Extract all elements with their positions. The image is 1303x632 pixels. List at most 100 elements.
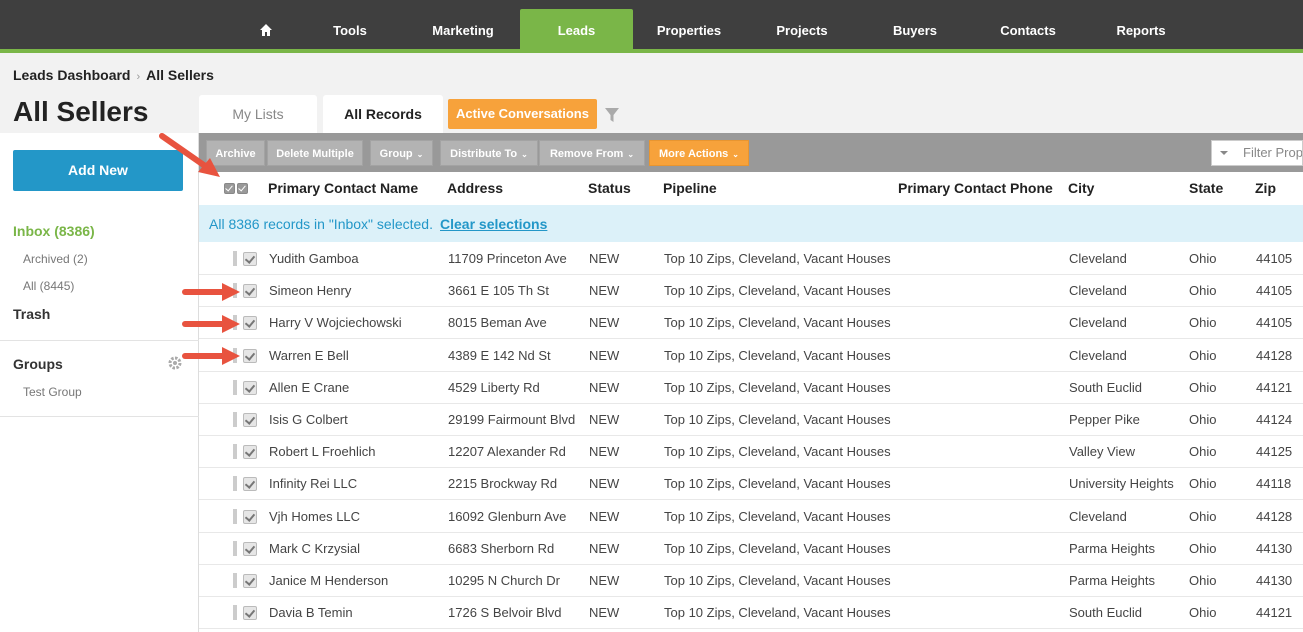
cell-name[interactable]: Mark C Krzysial: [269, 541, 360, 556]
column-header-state[interactable]: State: [1189, 180, 1223, 196]
row-checkbox[interactable]: [243, 284, 257, 299]
cell-name[interactable]: Isis G Colbert: [269, 412, 348, 427]
cell-state: Ohio: [1189, 508, 1217, 524]
clear-selections-link[interactable]: Clear selections: [440, 216, 547, 232]
row-checkbox[interactable]: [243, 606, 257, 621]
cell-name[interactable]: Warren E Bell: [269, 348, 349, 363]
table-row[interactable]: Davia B Temin 1726 S Belvoir Blvd NEW Top 1…: [199, 597, 1303, 630]
column-header-status[interactable]: Status: [588, 180, 631, 196]
column-header-pipeline[interactable]: Pipeline: [663, 180, 717, 196]
nav-contacts[interactable]: Contacts: [988, 9, 1068, 49]
table-row[interactable]: Yudith Gamboa 11709 Princeton Ave NEW Top 1…: [199, 243, 1303, 275]
table-row[interactable]: Janice M Henderson 10295 N Church Dr NEW To…: [199, 565, 1303, 597]
drag-handle-icon[interactable]: [233, 508, 237, 524]
filter-funnel-icon[interactable]: [604, 107, 620, 123]
column-header-name[interactable]: Primary Contact Name: [268, 180, 418, 196]
cell-name[interactable]: Davia B Temin: [269, 605, 353, 620]
cell-name[interactable]: Simeon Henry: [269, 283, 351, 298]
remove-from-label: Remove From: [549, 148, 624, 160]
row-checkbox[interactable]: [243, 445, 257, 460]
column-header-city[interactable]: City: [1068, 180, 1094, 196]
cell-status: NEW: [589, 444, 620, 460]
breadcrumb-current: All Sellers: [146, 67, 214, 83]
more-actions-dropdown[interactable]: More Actions ⌄: [649, 140, 749, 166]
delete-multiple-button[interactable]: Delete Multiple: [267, 140, 363, 166]
select-all-checkbox[interactable]: [224, 183, 235, 194]
sidebar-divider: [0, 340, 199, 341]
table-row[interactable]: Harry V Wojciechowski 8015 Beman Ave NEW To…: [199, 307, 1303, 340]
nav-properties[interactable]: Properties: [648, 9, 730, 49]
drag-handle-icon[interactable]: [233, 476, 237, 492]
cell-zip: 44121: [1256, 605, 1293, 621]
drag-handle-icon[interactable]: [233, 605, 237, 621]
row-checkbox[interactable]: [243, 541, 257, 556]
row-checkbox[interactable]: [243, 252, 257, 266]
sidebar-item-inbox[interactable]: Inbox (8386): [13, 223, 95, 239]
cell-name[interactable]: Yudith Gamboa: [269, 251, 359, 266]
gear-icon[interactable]: [167, 355, 183, 371]
cell-status: NEW: [589, 347, 620, 363]
tab-my-lists[interactable]: My Lists: [199, 95, 317, 133]
row-checkbox[interactable]: [243, 380, 257, 395]
active-conversations-button[interactable]: Active Conversations: [448, 99, 597, 129]
table-row[interactable]: Infinity Rei LLC 2215 Brockway Rd NEW Top 1…: [199, 468, 1303, 501]
sidebar-item-trash[interactable]: Trash: [13, 306, 50, 322]
drag-handle-icon[interactable]: [233, 379, 237, 395]
nav-projects[interactable]: Projects: [764, 9, 840, 49]
selection-message: All 8386 records in "Inbox" selected.: [209, 216, 433, 232]
table-row[interactable]: Robert L Froehlich 12207 Alexander Rd NEW T…: [199, 436, 1303, 469]
distribute-to-label: Distribute To: [450, 148, 518, 160]
sidebar-item-all[interactable]: All (8445): [23, 279, 74, 293]
drag-handle-icon[interactable]: [233, 251, 237, 266]
row-checkbox[interactable]: [243, 348, 257, 363]
cell-name[interactable]: Janice M Henderson: [269, 573, 388, 588]
sidebar-item-archived[interactable]: Archived (2): [23, 252, 88, 266]
cell-address: 4389 E 142 Nd St: [448, 347, 551, 363]
nav-reports[interactable]: Reports: [1104, 9, 1178, 49]
cell-name[interactable]: Allen E Crane: [269, 380, 349, 395]
cell-name[interactable]: Robert L Froehlich: [269, 444, 375, 459]
nav-buyers[interactable]: Buyers: [880, 9, 950, 49]
row-checkbox[interactable]: [243, 477, 257, 492]
drag-handle-icon[interactable]: [233, 412, 237, 427]
top-nav: Tools Marketing Leads Properties Project…: [0, 0, 1303, 53]
select-all-checkbox[interactable]: [237, 183, 248, 194]
breadcrumb-parent[interactable]: Leads Dashboard: [13, 67, 130, 83]
table-row[interactable]: Simeon Henry 3661 E 105 Th St NEW Top 10 Zi…: [199, 275, 1303, 308]
cell-name[interactable]: Vjh Homes LLC: [269, 509, 360, 524]
row-checkbox[interactable]: [243, 509, 257, 524]
nav-tools[interactable]: Tools: [316, 9, 384, 49]
table-row[interactable]: Isis G Colbert 29199 Fairmount Blvd NEW Top…: [199, 404, 1303, 436]
cell-zip: 44105: [1256, 251, 1293, 266]
cell-name[interactable]: Infinity Rei LLC: [269, 476, 357, 491]
filter-properties-input[interactable]: Filter Prop: [1236, 140, 1303, 166]
column-header-zip[interactable]: Zip: [1255, 180, 1276, 196]
drag-handle-icon[interactable]: [233, 444, 237, 460]
row-checkbox[interactable]: [243, 316, 257, 331]
table-row[interactable]: Allen E Crane 4529 Liberty Rd NEW Top 10 Zi…: [199, 371, 1303, 404]
column-header-phone[interactable]: Primary Contact Phone: [898, 180, 1053, 196]
cell-state: Ohio: [1189, 444, 1217, 460]
sidebar-item-test-group[interactable]: Test Group: [23, 385, 82, 399]
table-row[interactable]: Mark C Krzysial 6683 Sherborn Rd NEW Top 10…: [199, 532, 1303, 565]
nav-marketing[interactable]: Marketing: [420, 9, 506, 49]
annotation-arrow-icon: [182, 283, 240, 301]
row-checkbox[interactable]: [243, 413, 257, 427]
cell-zip: 44105: [1256, 283, 1293, 299]
table-row[interactable]: Warren E Bell 4389 E 142 Nd St NEW Top 10 Z…: [199, 339, 1303, 372]
row-checkbox[interactable]: [243, 574, 257, 588]
filter-dropdown[interactable]: [1211, 140, 1237, 166]
cell-pipeline: Top 10 Zips, Cleveland, Vacant Houses: [664, 573, 891, 588]
cell-status: NEW: [589, 508, 620, 524]
distribute-to-dropdown[interactable]: Distribute To ⌄: [440, 140, 538, 166]
tab-all-records[interactable]: All Records: [323, 95, 443, 133]
nav-home[interactable]: [246, 9, 286, 49]
drag-handle-icon[interactable]: [233, 573, 237, 588]
remove-from-dropdown[interactable]: Remove From ⌄: [539, 140, 645, 166]
nav-leads[interactable]: Leads: [520, 9, 633, 49]
group-dropdown[interactable]: Group ⌄: [370, 140, 433, 166]
table-row[interactable]: Vjh Homes LLC 16092 Glenburn Ave NEW Top 10…: [199, 500, 1303, 533]
cell-name[interactable]: Harry V Wojciechowski: [269, 315, 402, 330]
drag-handle-icon[interactable]: [233, 540, 237, 556]
column-header-address[interactable]: Address: [447, 180, 503, 196]
